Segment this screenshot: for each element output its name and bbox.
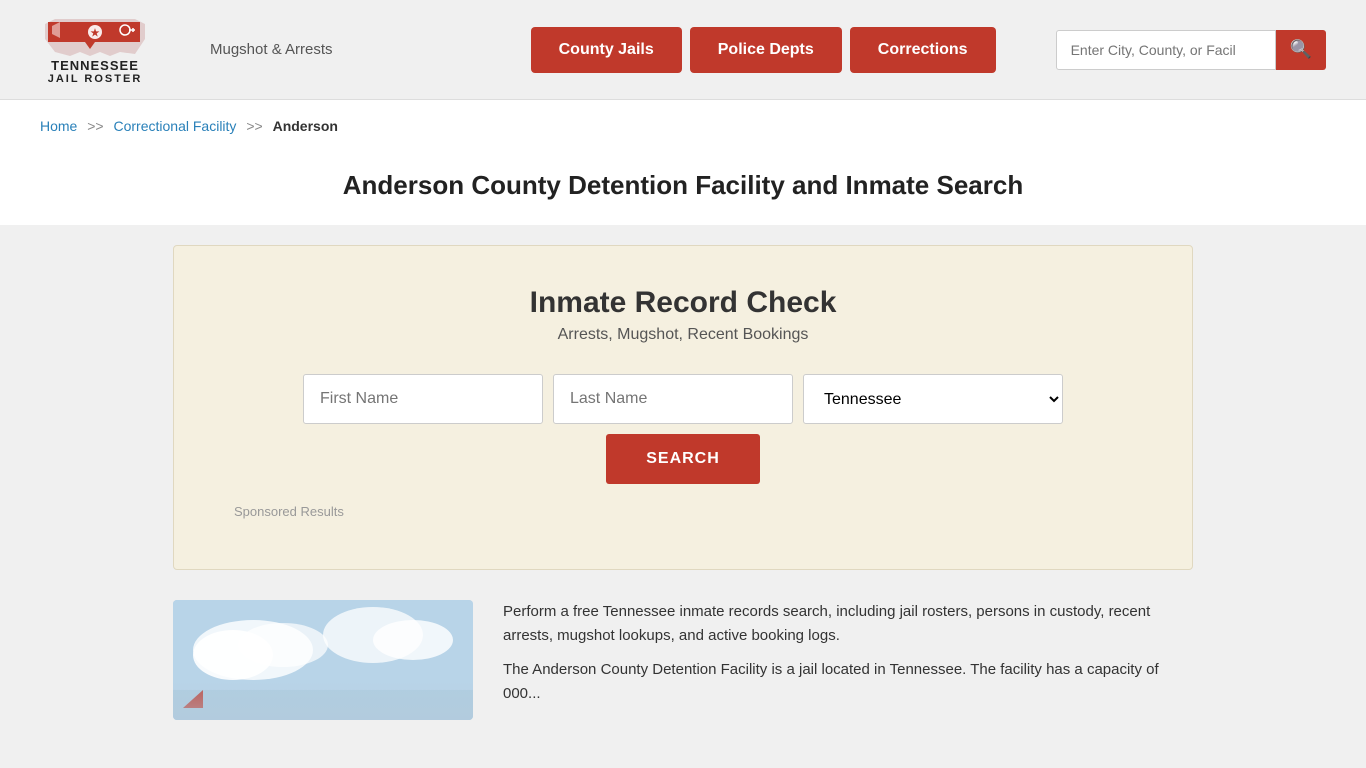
page-title-area: Anderson County Detention Facility and I…	[0, 152, 1366, 225]
svg-text:★: ★	[91, 28, 100, 39]
inmate-record-title: Inmate Record Check	[234, 286, 1132, 320]
header: ★ TENNESSEE JAIL ROSTER Mugshot & Arrest…	[0, 0, 1366, 100]
breadcrumb-correctional-facility[interactable]: Correctional Facility	[114, 118, 237, 134]
bottom-image	[173, 600, 473, 720]
logo-area[interactable]: ★ TENNESSEE JAIL ROSTER	[40, 14, 150, 85]
header-search-input[interactable]	[1056, 30, 1276, 70]
header-search-button[interactable]: 🔍	[1276, 30, 1326, 70]
main-content: Inmate Record Check Arrests, Mugshot, Re…	[133, 225, 1233, 740]
inmate-record-box: Inmate Record Check Arrests, Mugshot, Re…	[173, 245, 1193, 570]
mugshot-arrests-link[interactable]: Mugshot & Arrests	[210, 41, 333, 58]
state-shape-icon: ★	[40, 14, 150, 59]
county-jails-button[interactable]: County Jails	[531, 27, 682, 73]
page-title: Anderson County Detention Facility and I…	[40, 170, 1326, 201]
state-select[interactable]: TennesseeAlabamaAlaskaArizonaArkansasCal…	[803, 374, 1063, 424]
logo-main-text: TENNESSEE	[48, 59, 143, 73]
breadcrumb-current: Anderson	[273, 118, 338, 134]
last-name-input[interactable]	[553, 374, 793, 424]
bottom-text-2: The Anderson County Detention Facility i…	[503, 658, 1193, 706]
sky-image	[173, 600, 473, 720]
search-submit-button[interactable]: SEARCH	[606, 434, 760, 484]
breadcrumb-separator-2: >>	[246, 118, 262, 134]
bottom-text-area: Perform a free Tennessee inmate records …	[503, 600, 1193, 716]
header-search-area: 🔍	[1056, 30, 1326, 70]
breadcrumb-home[interactable]: Home	[40, 118, 77, 134]
first-name-input[interactable]	[303, 374, 543, 424]
nav-buttons: County Jails Police Depts Corrections	[531, 27, 996, 73]
breadcrumb: Home >> Correctional Facility >> Anderso…	[0, 100, 1366, 152]
site-logo[interactable]: ★ TENNESSEE JAIL ROSTER	[40, 14, 150, 85]
inmate-search-form: TennesseeAlabamaAlaskaArizonaArkansasCal…	[234, 374, 1132, 484]
corrections-button[interactable]: Corrections	[850, 27, 996, 73]
logo-sub-text: JAIL ROSTER	[48, 73, 143, 85]
inmate-record-subtitle: Arrests, Mugshot, Recent Bookings	[234, 326, 1132, 344]
police-depts-button[interactable]: Police Depts	[690, 27, 842, 73]
bottom-section: Perform a free Tennessee inmate records …	[173, 600, 1193, 720]
bottom-text-1: Perform a free Tennessee inmate records …	[503, 600, 1193, 648]
sponsored-results-label: Sponsored Results	[234, 484, 1132, 519]
breadcrumb-separator-1: >>	[87, 118, 103, 134]
search-icon: 🔍	[1290, 39, 1312, 59]
